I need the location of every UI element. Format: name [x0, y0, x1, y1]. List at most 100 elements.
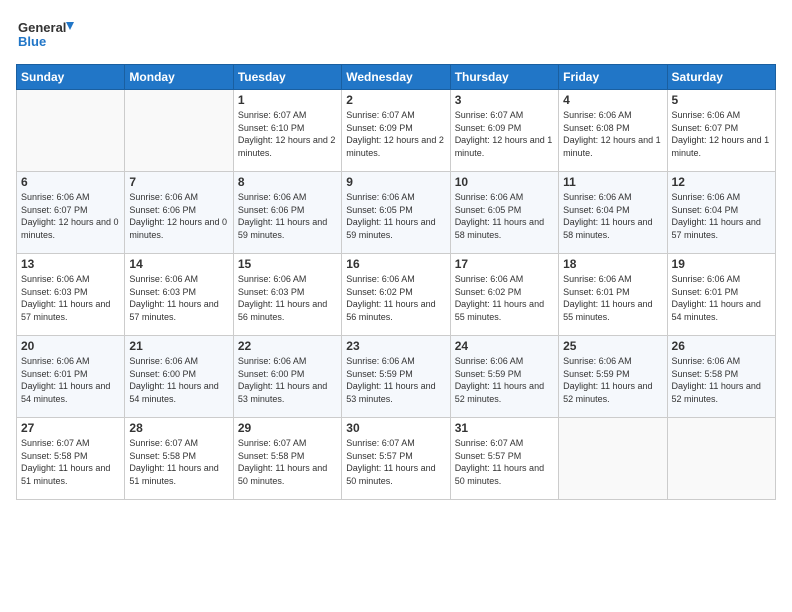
day-number: 25 [563, 339, 662, 353]
day-number: 20 [21, 339, 120, 353]
day-number: 30 [346, 421, 445, 435]
calendar-header-row: SundayMondayTuesdayWednesdayThursdayFrid… [17, 65, 776, 90]
day-number: 7 [129, 175, 228, 189]
day-number: 19 [672, 257, 771, 271]
calendar-day-cell: 10 Sunrise: 6:06 AM Sunset: 6:05 PM Dayli… [450, 172, 558, 254]
calendar-day-cell: 6 Sunrise: 6:06 AM Sunset: 6:07 PM Daylig… [17, 172, 125, 254]
calendar-day-cell: 17 Sunrise: 6:06 AM Sunset: 6:02 PM Dayli… [450, 254, 558, 336]
header: General Blue [16, 16, 776, 52]
calendar-day-cell: 16Sunrise: 6:06 AM Sunset: 6:02 PM Dayli… [342, 254, 450, 336]
day-number: 6 [21, 175, 120, 189]
calendar-day-cell: 23 Sunrise: 6:06 AM Sunset: 5:59 PM Dayli… [342, 336, 450, 418]
day-info: Sunrise: 6:06 AM Sunset: 6:02 PM Dayligh… [455, 273, 554, 323]
day-number: 26 [672, 339, 771, 353]
day-info: Sunrise: 6:06 AM Sunset: 6:06 PM Dayligh… [238, 191, 337, 241]
calendar-day-cell: 25 Sunrise: 6:06 AM Sunset: 5:59 PM Dayli… [559, 336, 667, 418]
calendar-day-cell: 15Sunrise: 6:06 AM Sunset: 6:03 PM Dayli… [233, 254, 341, 336]
calendar-day-cell: 19 Sunrise: 6:06 AM Sunset: 6:01 PM Dayli… [667, 254, 775, 336]
calendar-header-friday: Friday [559, 65, 667, 90]
page: General Blue SundayMondayTuesdayWednesda… [0, 0, 792, 612]
day-info: Sunrise: 6:06 AM Sunset: 6:07 PM Dayligh… [672, 109, 771, 159]
day-info: Sunrise: 6:07 AM Sunset: 6:09 PM Dayligh… [346, 109, 445, 159]
calendar-day-cell [559, 418, 667, 500]
svg-text:General: General [18, 20, 66, 35]
day-info: Sunrise: 6:07 AM Sunset: 5:57 PM Dayligh… [455, 437, 554, 487]
calendar-week-row: 6 Sunrise: 6:06 AM Sunset: 6:07 PM Daylig… [17, 172, 776, 254]
calendar-week-row: 1 Sunrise: 6:07 AM Sunset: 6:10 PM Daylig… [17, 90, 776, 172]
calendar-header-tuesday: Tuesday [233, 65, 341, 90]
day-number: 8 [238, 175, 337, 189]
day-number: 24 [455, 339, 554, 353]
day-number: 23 [346, 339, 445, 353]
day-number: 2 [346, 93, 445, 107]
calendar-day-cell: 4Sunrise: 6:06 AM Sunset: 6:08 PM Daylig… [559, 90, 667, 172]
svg-text:Blue: Blue [18, 34, 46, 49]
day-info: Sunrise: 6:06 AM Sunset: 5:58 PM Dayligh… [672, 355, 771, 405]
calendar-week-row: 27 Sunrise: 6:07 AM Sunset: 5:58 PM Dayli… [17, 418, 776, 500]
calendar-day-cell: 28 Sunrise: 6:07 AM Sunset: 5:58 PM Dayli… [125, 418, 233, 500]
day-info: Sunrise: 6:07 AM Sunset: 6:10 PM Dayligh… [238, 109, 337, 159]
calendar-day-cell [17, 90, 125, 172]
calendar-header-thursday: Thursday [450, 65, 558, 90]
day-info: Sunrise: 6:06 AM Sunset: 6:01 PM Dayligh… [563, 273, 662, 323]
day-info: Sunrise: 6:06 AM Sunset: 5:59 PM Dayligh… [455, 355, 554, 405]
calendar-day-cell: 11Sunrise: 6:06 AM Sunset: 6:04 PM Dayli… [559, 172, 667, 254]
day-info: Sunrise: 6:06 AM Sunset: 6:05 PM Dayligh… [455, 191, 554, 241]
logo-svg: General Blue [16, 16, 76, 52]
day-info: Sunrise: 6:06 AM Sunset: 6:03 PM Dayligh… [21, 273, 120, 323]
calendar-header-monday: Monday [125, 65, 233, 90]
day-number: 1 [238, 93, 337, 107]
calendar-day-cell: 22 Sunrise: 6:06 AM Sunset: 6:00 PM Dayli… [233, 336, 341, 418]
day-info: Sunrise: 6:06 AM Sunset: 6:05 PM Dayligh… [346, 191, 445, 241]
day-number: 28 [129, 421, 228, 435]
day-info: Sunrise: 6:07 AM Sunset: 5:57 PM Dayligh… [346, 437, 445, 487]
day-info: Sunrise: 6:06 AM Sunset: 6:02 PM Dayligh… [346, 273, 445, 323]
day-number: 12 [672, 175, 771, 189]
calendar-day-cell: 29Sunrise: 6:07 AM Sunset: 5:58 PM Dayli… [233, 418, 341, 500]
day-info: Sunrise: 6:07 AM Sunset: 5:58 PM Dayligh… [129, 437, 228, 487]
day-info: Sunrise: 6:06 AM Sunset: 5:59 PM Dayligh… [563, 355, 662, 405]
day-info: Sunrise: 6:06 AM Sunset: 5:59 PM Dayligh… [346, 355, 445, 405]
day-info: Sunrise: 6:06 AM Sunset: 6:07 PM Dayligh… [21, 191, 120, 241]
calendar-day-cell: 13 Sunrise: 6:06 AM Sunset: 6:03 PM Dayli… [17, 254, 125, 336]
day-info: Sunrise: 6:06 AM Sunset: 6:00 PM Dayligh… [129, 355, 228, 405]
calendar-day-cell: 30 Sunrise: 6:07 AM Sunset: 5:57 PM Dayli… [342, 418, 450, 500]
day-number: 17 [455, 257, 554, 271]
calendar-header-wednesday: Wednesday [342, 65, 450, 90]
calendar-day-cell: 20Sunrise: 6:06 AM Sunset: 6:01 PM Dayli… [17, 336, 125, 418]
day-info: Sunrise: 6:06 AM Sunset: 6:06 PM Dayligh… [129, 191, 228, 241]
day-number: 22 [238, 339, 337, 353]
day-info: Sunrise: 6:06 AM Sunset: 6:03 PM Dayligh… [129, 273, 228, 323]
day-info: Sunrise: 6:06 AM Sunset: 6:00 PM Dayligh… [238, 355, 337, 405]
calendar-day-cell [125, 90, 233, 172]
day-number: 27 [21, 421, 120, 435]
calendar-day-cell: 3Sunrise: 6:07 AM Sunset: 6:09 PM Daylig… [450, 90, 558, 172]
day-info: Sunrise: 6:07 AM Sunset: 6:09 PM Dayligh… [455, 109, 554, 159]
day-number: 31 [455, 421, 554, 435]
calendar-week-row: 13 Sunrise: 6:06 AM Sunset: 6:03 PM Dayli… [17, 254, 776, 336]
calendar-day-cell: 31 Sunrise: 6:07 AM Sunset: 5:57 PM Dayli… [450, 418, 558, 500]
day-info: Sunrise: 6:07 AM Sunset: 5:58 PM Dayligh… [21, 437, 120, 487]
calendar-day-cell: 1 Sunrise: 6:07 AM Sunset: 6:10 PM Daylig… [233, 90, 341, 172]
calendar-day-cell: 7 Sunrise: 6:06 AM Sunset: 6:06 PM Daylig… [125, 172, 233, 254]
calendar-day-cell: 27 Sunrise: 6:07 AM Sunset: 5:58 PM Dayli… [17, 418, 125, 500]
day-info: Sunrise: 6:06 AM Sunset: 6:04 PM Dayligh… [672, 191, 771, 241]
day-number: 13 [21, 257, 120, 271]
calendar-day-cell: 18 Sunrise: 6:06 AM Sunset: 6:01 PM Dayli… [559, 254, 667, 336]
calendar-day-cell: 5Sunrise: 6:06 AM Sunset: 6:07 PM Daylig… [667, 90, 775, 172]
day-number: 4 [563, 93, 662, 107]
calendar-week-row: 20Sunrise: 6:06 AM Sunset: 6:01 PM Dayli… [17, 336, 776, 418]
day-number: 10 [455, 175, 554, 189]
logo: General Blue [16, 16, 76, 52]
calendar-table: SundayMondayTuesdayWednesdayThursdayFrid… [16, 64, 776, 500]
calendar-day-cell: 12 Sunrise: 6:06 AM Sunset: 6:04 PM Dayli… [667, 172, 775, 254]
calendar-header-sunday: Sunday [17, 65, 125, 90]
calendar-header-saturday: Saturday [667, 65, 775, 90]
day-number: 14 [129, 257, 228, 271]
calendar-day-cell: 9Sunrise: 6:06 AM Sunset: 6:05 PM Daylig… [342, 172, 450, 254]
day-number: 21 [129, 339, 228, 353]
day-number: 29 [238, 421, 337, 435]
day-info: Sunrise: 6:06 AM Sunset: 6:01 PM Dayligh… [672, 273, 771, 323]
calendar-day-cell: 24 Sunrise: 6:06 AM Sunset: 5:59 PM Dayli… [450, 336, 558, 418]
day-number: 18 [563, 257, 662, 271]
